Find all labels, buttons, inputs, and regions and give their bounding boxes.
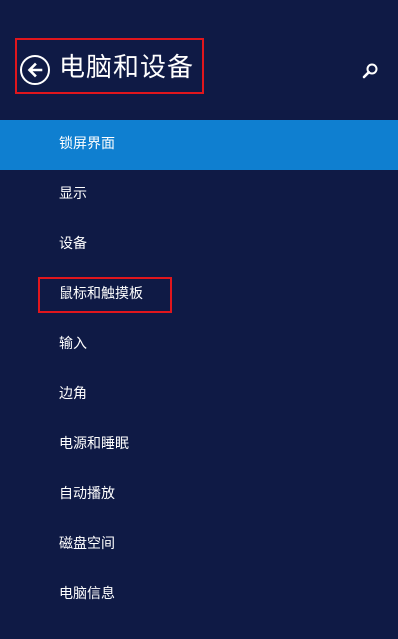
nav-item-label: 电源和睡眠 <box>59 436 129 452</box>
search-button[interactable] <box>359 60 381 82</box>
nav-item-pc-info[interactable]: 电脑信息 <box>0 570 398 620</box>
nav-item-display[interactable]: 显示 <box>0 170 398 220</box>
nav-item-mouse-touchpad[interactable]: 鼠标和触摸板 <box>0 270 398 320</box>
nav-item-disk-space[interactable]: 磁盘空间 <box>0 520 398 570</box>
nav-item-devices[interactable]: 设备 <box>0 220 398 270</box>
back-button[interactable] <box>20 55 50 85</box>
nav-list: 锁屏界面 显示 设备 鼠标和触摸板 输入 边角 电源和睡眠 自动播放 磁盘空间 … <box>0 120 398 620</box>
nav-item-label: 输入 <box>59 336 87 352</box>
back-arrow-icon <box>27 62 43 78</box>
nav-item-power-sleep[interactable]: 电源和睡眠 <box>0 420 398 470</box>
nav-item-label: 边角 <box>59 386 87 402</box>
page-title: 电脑和设备 <box>59 53 195 83</box>
nav-item-autoplay[interactable]: 自动播放 <box>0 470 398 520</box>
search-icon <box>362 63 378 79</box>
nav-item-corners[interactable]: 边角 <box>0 370 398 420</box>
header: 电脑和设备 <box>0 0 398 120</box>
nav-item-label: 磁盘空间 <box>59 536 115 552</box>
nav-item-typing[interactable]: 输入 <box>0 320 398 370</box>
nav-item-label: 鼠标和触摸板 <box>59 286 143 302</box>
nav-item-label: 设备 <box>59 236 87 252</box>
nav-item-label: 自动播放 <box>59 486 115 502</box>
nav-item-lock-screen[interactable]: 锁屏界面 <box>0 120 398 170</box>
nav-item-label: 电脑信息 <box>59 586 115 602</box>
settings-page: 电脑和设备 锁屏界面 显示 设备 鼠标和触摸板 输入 边角 电源和睡眠 自动播放… <box>0 0 398 639</box>
nav-item-label: 显示 <box>59 186 87 202</box>
nav-item-label: 锁屏界面 <box>59 136 115 152</box>
